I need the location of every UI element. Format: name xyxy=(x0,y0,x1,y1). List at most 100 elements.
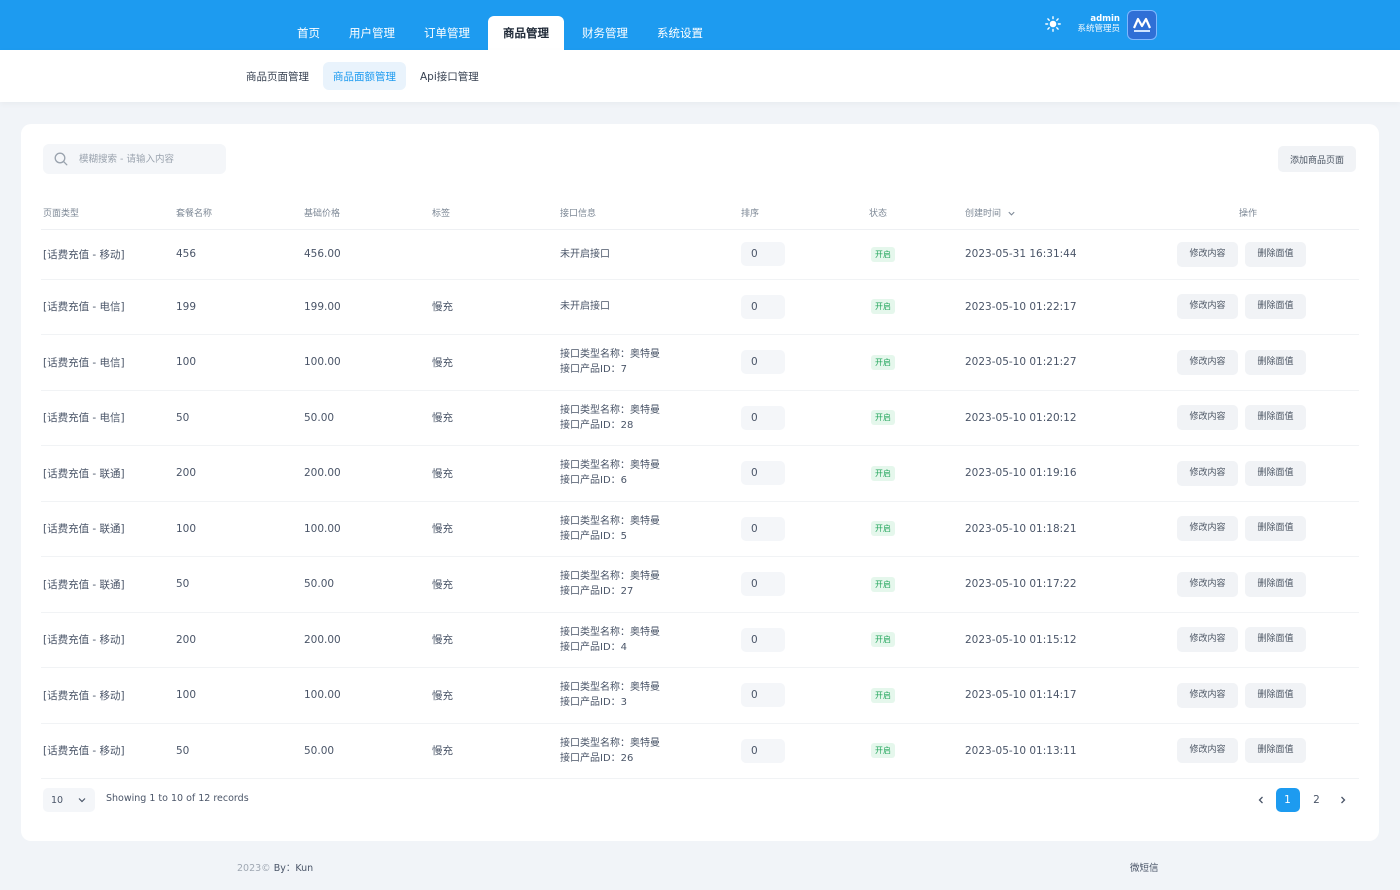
cell-created-time: 2023-05-10 01:18:21 xyxy=(963,501,1163,557)
footer-year: 2023© xyxy=(237,863,271,874)
sub-nav: 商品页面管理 商品面额管理 Api接口管理 xyxy=(236,62,493,90)
cell-base-price: 199.00 xyxy=(302,279,430,335)
cell-package-name: 200 xyxy=(174,612,302,668)
next-page-button[interactable] xyxy=(1331,788,1355,812)
cell-actions: 修改内容 删除面值 xyxy=(1163,612,1359,668)
nav-products[interactable]: 商品管理 xyxy=(488,16,564,50)
sort-input[interactable]: 0 xyxy=(741,627,785,652)
sort-input[interactable]: 0 xyxy=(741,683,785,708)
edit-content-button[interactable]: 修改内容 xyxy=(1177,294,1238,320)
logo-avatar-icon[interactable] xyxy=(1127,10,1157,40)
status-badge: 开启 xyxy=(871,410,895,426)
cell-api-info: 接口类型名称：奥特曼 接口产品ID：6 xyxy=(558,445,739,502)
api-line-1: 接口类型名称：奥特曼 xyxy=(560,626,660,638)
edit-content-button[interactable]: 修改内容 xyxy=(1177,349,1238,375)
cell-created-time: 2023-05-10 01:21:27 xyxy=(963,334,1163,391)
page-1-button[interactable]: 1 xyxy=(1275,788,1300,812)
sort-input[interactable]: 0 xyxy=(741,350,785,375)
sort-input[interactable]: 0 xyxy=(741,572,785,597)
cell-status: 开启 xyxy=(867,334,963,391)
table-row: [话费充值 - 移动] 100 100.00 慢充 接口类型名称：奥特曼 接口产品ID：3… xyxy=(41,667,1359,724)
table-row: [话费充值 - 联通] 200 200.00 慢充 接口类型名称：奥特曼 接口产品ID：6… xyxy=(41,445,1359,502)
cell-api-info: 接口类型名称：奥特曼 接口产品ID：5 xyxy=(558,501,739,557)
table-header: 页面类型 套餐名称 基础价格 标签 接口信息 排序 状态 创建时间 操作 xyxy=(41,196,1359,230)
edit-content-button[interactable]: 修改内容 xyxy=(1177,460,1238,486)
edit-content-button[interactable]: 修改内容 xyxy=(1177,405,1238,431)
delete-denomination-button[interactable]: 删除面值 xyxy=(1245,627,1306,653)
edit-content-button[interactable]: 修改内容 xyxy=(1177,241,1238,267)
page-size-value: 10 xyxy=(51,794,64,806)
sun-icon[interactable] xyxy=(1045,16,1061,32)
delete-denomination-button[interactable]: 删除面值 xyxy=(1245,738,1306,764)
edit-content-button[interactable]: 修改内容 xyxy=(1177,682,1238,708)
sort-input[interactable]: 0 xyxy=(741,294,785,319)
subnav-product-pages[interactable]: 商品页面管理 xyxy=(236,62,319,90)
cell-status: 开启 xyxy=(867,556,963,613)
search-input[interactable] xyxy=(79,144,219,174)
cell-api-info: 接口类型名称：奥特曼 接口产品ID：3 xyxy=(558,667,739,724)
header-package-name: 套餐名称 xyxy=(174,196,302,230)
delete-denomination-button[interactable]: 删除面值 xyxy=(1245,349,1306,375)
user-info[interactable]: admin 系统管理员 xyxy=(1072,14,1120,35)
delete-denomination-button[interactable]: 删除面值 xyxy=(1245,294,1306,320)
cell-base-price: 200.00 xyxy=(302,612,430,668)
cell-status: 开启 xyxy=(867,612,963,668)
sort-input[interactable]: 0 xyxy=(741,405,785,430)
page-2-button[interactable]: 2 xyxy=(1305,788,1329,812)
api-line-1: 未开启接口 xyxy=(560,301,610,313)
delete-denomination-button[interactable]: 删除面值 xyxy=(1245,516,1306,542)
cell-page-type: [话费充值 - 电信] xyxy=(41,279,174,335)
subnav-product-denominations[interactable]: 商品面额管理 xyxy=(323,62,406,90)
add-product-page-button[interactable]: 添加商品页面 xyxy=(1278,146,1356,172)
subnav-api-management[interactable]: Api接口管理 xyxy=(410,62,489,90)
header-created-time-label: 创建时间 xyxy=(965,208,1002,219)
cell-api-info: 接口类型名称：奥特曼 接口产品ID：4 xyxy=(558,612,739,668)
cell-sort: 0 xyxy=(739,279,867,335)
sort-input[interactable]: 0 xyxy=(741,242,785,266)
api-line-1: 接口类型名称：奥特曼 xyxy=(560,737,660,749)
cell-base-price: 100.00 xyxy=(302,334,430,391)
cell-api-info: 接口类型名称：奥特曼 接口产品ID：26 xyxy=(558,723,739,779)
cell-status: 开启 xyxy=(867,501,963,557)
cell-sort: 0 xyxy=(739,501,867,557)
status-badge: 开启 xyxy=(871,354,895,370)
edit-content-button[interactable]: 修改内容 xyxy=(1177,571,1238,597)
cell-package-name: 100 xyxy=(174,501,302,557)
delete-denomination-button[interactable]: 删除面值 xyxy=(1245,405,1306,431)
nav-users[interactable]: 用户管理 xyxy=(338,16,406,50)
cell-base-price: 50.00 xyxy=(302,556,430,613)
cell-page-type: [话费充值 - 联通] xyxy=(41,501,174,557)
delete-denomination-button[interactable]: 删除面值 xyxy=(1245,571,1306,597)
delete-denomination-button[interactable]: 删除面值 xyxy=(1245,682,1306,708)
delete-denomination-button[interactable]: 删除面值 xyxy=(1245,241,1306,267)
table-row: [话费充值 - 移动] 50 50.00 慢充 接口类型名称：奥特曼 接口产品ID：26 0… xyxy=(41,723,1359,779)
chevron-right-icon xyxy=(1341,796,1346,804)
cell-tag: 慢充 xyxy=(430,279,558,335)
cell-base-price: 100.00 xyxy=(302,667,430,724)
header-tag: 标签 xyxy=(430,196,558,230)
page-size-select[interactable]: 10 xyxy=(43,788,95,812)
cell-package-name: 200 xyxy=(174,445,302,502)
footer-brand: 微短信 xyxy=(1130,863,1159,874)
cell-actions: 修改内容 删除面值 xyxy=(1163,445,1359,502)
edit-content-button[interactable]: 修改内容 xyxy=(1177,627,1238,653)
cell-api-info: 接口类型名称：奥特曼 接口产品ID：7 xyxy=(558,334,739,391)
nav-finance[interactable]: 财务管理 xyxy=(571,16,639,50)
api-line-2: 接口产品ID：7 xyxy=(560,364,628,376)
delete-denomination-button[interactable]: 删除面值 xyxy=(1245,460,1306,486)
search-box[interactable] xyxy=(43,144,226,174)
nav-home[interactable]: 首页 xyxy=(286,16,331,50)
sort-input[interactable]: 0 xyxy=(741,516,785,541)
header-created-time[interactable]: 创建时间 xyxy=(963,196,1163,230)
sort-input[interactable]: 0 xyxy=(741,461,785,486)
sort-input[interactable]: 0 xyxy=(741,738,785,763)
nav-orders[interactable]: 订单管理 xyxy=(413,16,481,50)
status-badge: 开启 xyxy=(871,743,895,759)
prev-page-button[interactable] xyxy=(1249,788,1273,812)
edit-content-button[interactable]: 修改内容 xyxy=(1177,738,1238,764)
api-line-2: 接口产品ID：3 xyxy=(560,697,628,709)
nav-settings[interactable]: 系统设置 xyxy=(646,16,714,50)
header-page-type: 页面类型 xyxy=(41,196,174,230)
edit-content-button[interactable]: 修改内容 xyxy=(1177,516,1238,542)
cell-actions: 修改内容 删除面值 xyxy=(1163,556,1359,613)
